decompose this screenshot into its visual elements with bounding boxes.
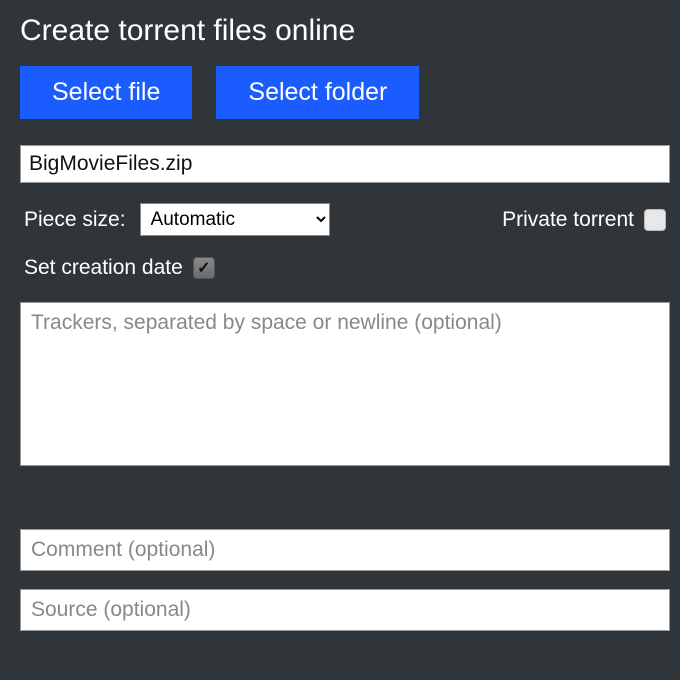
- creation-date-label: Set creation date: [24, 256, 183, 280]
- piece-size-group: Piece size: Automatic: [24, 203, 330, 236]
- select-file-button[interactable]: Select file: [20, 66, 192, 119]
- creation-date-checkbox[interactable]: [193, 257, 215, 279]
- piece-size-select[interactable]: Automatic: [140, 203, 330, 236]
- page-title: Create torrent files online: [20, 14, 670, 48]
- trackers-textarea[interactable]: [20, 302, 670, 466]
- private-torrent-group: Private torrent: [502, 208, 666, 232]
- button-row: Select file Select folder: [20, 66, 670, 119]
- source-input[interactable]: [20, 589, 670, 631]
- creation-date-group: Set creation date: [20, 256, 670, 280]
- select-folder-button[interactable]: Select folder: [216, 66, 419, 119]
- comment-input[interactable]: [20, 529, 670, 571]
- filename-input[interactable]: [20, 145, 670, 183]
- private-torrent-checkbox[interactable]: [644, 209, 666, 231]
- options-row: Piece size: Automatic Private torrent: [20, 203, 670, 236]
- piece-size-label: Piece size:: [24, 208, 126, 232]
- private-torrent-label: Private torrent: [502, 208, 634, 232]
